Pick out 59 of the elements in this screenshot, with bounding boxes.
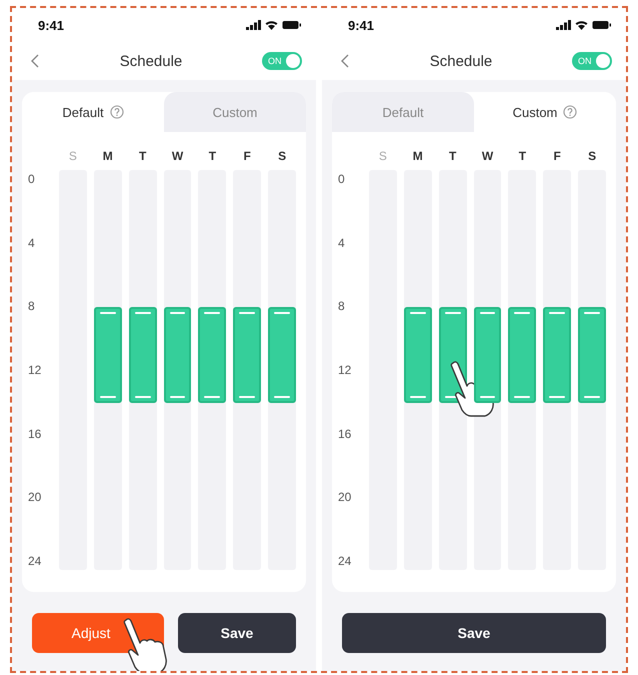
day-column[interactable]: [164, 170, 192, 570]
toggle-switch[interactable]: ON: [262, 52, 302, 70]
hour-label: 16: [338, 426, 352, 443]
signal-icon: [556, 20, 571, 30]
battery-icon: [592, 20, 612, 30]
help-icon[interactable]: [563, 105, 578, 119]
day-label: W: [480, 149, 494, 163]
status-time: 9:41: [348, 18, 374, 32]
screen-title: Schedule: [430, 52, 492, 70]
back-icon[interactable]: [30, 53, 40, 69]
save-button[interactable]: Save: [178, 613, 296, 653]
day-column[interactable]: [233, 170, 262, 570]
day-label: M: [102, 149, 114, 163]
day-label: F: [242, 149, 252, 163]
toggle-switch[interactable]: ON: [572, 52, 612, 70]
day-label: F: [552, 149, 562, 163]
back-icon[interactable]: [340, 53, 350, 69]
day-label: S: [587, 149, 598, 163]
day-label: M: [412, 149, 424, 163]
hour-label: 24: [28, 553, 42, 570]
signal-icon: [246, 20, 261, 30]
day-label: T: [518, 149, 528, 163]
day-column[interactable]: [128, 170, 157, 570]
hour-label: 12: [28, 362, 42, 380]
day-column[interactable]: [474, 170, 502, 570]
day-column[interactable]: [578, 170, 606, 570]
hour-label: 0: [28, 171, 36, 188]
battery-icon: [282, 20, 302, 30]
day-label: W: [170, 149, 184, 163]
day-label: S: [68, 149, 78, 163]
hour-label: 8: [28, 298, 36, 316]
hour-label: 24: [338, 553, 352, 570]
tab[interactable]: Custom: [164, 92, 306, 132]
day-column[interactable]: [543, 170, 572, 570]
day-column[interactable]: [268, 170, 296, 570]
day-label: T: [138, 149, 148, 163]
day-label: S: [378, 149, 388, 163]
day-column[interactable]: [404, 170, 432, 570]
hour-label: 4: [28, 234, 36, 252]
day-column[interactable]: [94, 170, 122, 570]
hour-label: 8: [338, 298, 346, 316]
wifi-icon: [575, 20, 588, 30]
day-column[interactable]: [508, 170, 536, 570]
hour-label: 20: [338, 489, 352, 506]
day-label: T: [448, 149, 458, 163]
save-button[interactable]: Save: [342, 613, 606, 653]
hour-label: 4: [338, 234, 346, 252]
hour-label: 16: [28, 426, 42, 443]
screen-title: Schedule: [120, 52, 182, 70]
wifi-icon: [265, 20, 278, 30]
help-icon[interactable]: [110, 105, 124, 119]
day-label: S: [277, 149, 288, 163]
day-column[interactable]: [198, 170, 226, 570]
day-label: T: [208, 149, 218, 163]
hour-label: 12: [338, 362, 352, 380]
status-time: 9:41: [38, 18, 64, 32]
hour-label: 20: [28, 489, 42, 506]
tab[interactable]: Default: [332, 92, 474, 132]
hour-label: 0: [338, 171, 346, 188]
